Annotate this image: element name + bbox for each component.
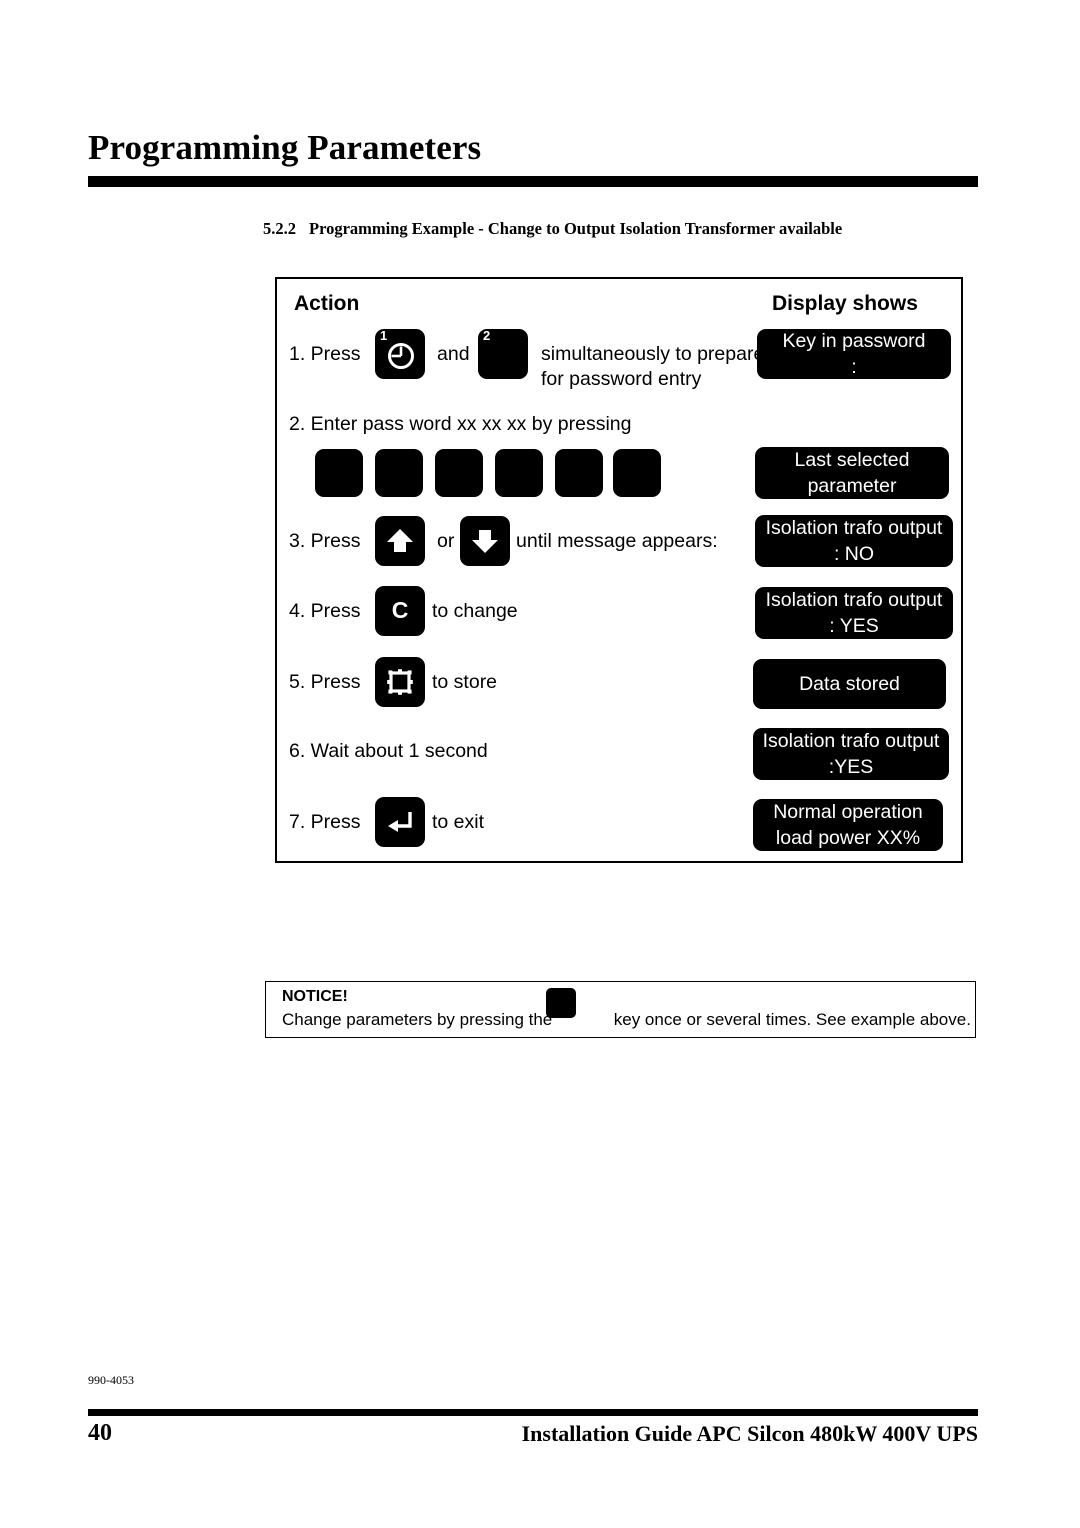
notice-box: NOTICE! Change parameters by pressing th… bbox=[265, 981, 976, 1038]
step-4-label: 4. Press bbox=[289, 600, 361, 622]
notice-text-before: Change parameters by pressing the bbox=[282, 1010, 553, 1029]
clock-icon[interactable]: 1 bbox=[375, 329, 425, 379]
display-step-5: Data stored bbox=[753, 659, 946, 709]
enter-return-icon[interactable] bbox=[375, 797, 425, 847]
blank-key-icon[interactable] bbox=[375, 449, 423, 497]
footer-title: Installation Guide APC Silcon 480kW 400V… bbox=[521, 1421, 978, 1446]
clock-glyph bbox=[375, 329, 425, 379]
blank-key-icon[interactable] bbox=[613, 449, 661, 497]
notice-title: NOTICE! bbox=[282, 988, 348, 1005]
step-7-label: 7. Press bbox=[289, 811, 361, 833]
display-step-6: Isolation trafo output :YES bbox=[753, 728, 949, 780]
section-number: 5.2.2 bbox=[263, 219, 296, 238]
display-line-2: : YES bbox=[829, 615, 879, 637]
column-header-display: Display shows bbox=[772, 292, 918, 315]
store-frame-glyph bbox=[375, 657, 425, 707]
display-line-1: Data stored bbox=[799, 673, 900, 695]
section-title: Programming Example - Change to Output I… bbox=[309, 219, 843, 238]
page-number: 40 bbox=[88, 1420, 112, 1446]
display-line-1: Last selected bbox=[794, 449, 910, 471]
step-7-text: to exit bbox=[432, 811, 485, 833]
key-superscript-2: 2 bbox=[483, 328, 491, 343]
change-c-key-icon[interactable]: C bbox=[375, 586, 425, 636]
display-line-1: Key in password bbox=[782, 330, 926, 352]
enter-return-glyph bbox=[375, 797, 425, 847]
display-step-4: Isolation trafo output : YES bbox=[755, 587, 953, 639]
notice-text-after: key once or several times. See example a… bbox=[613, 1010, 971, 1029]
display-line-2: : bbox=[851, 356, 857, 378]
step-5-text: to store bbox=[432, 671, 498, 693]
step-3-text: until message appears: bbox=[516, 530, 718, 552]
display-line-1: Isolation trafo output bbox=[762, 730, 940, 752]
blank-key-icon[interactable] bbox=[495, 449, 543, 497]
display-step-2: Last selected parameter bbox=[755, 447, 949, 499]
step-3-label: 3. Press bbox=[289, 530, 361, 552]
step-1-text-line1: simultaneously to prepare bbox=[541, 343, 765, 365]
display-line-2: :YES bbox=[828, 756, 874, 778]
notice-text: Change parameters by pressing the key on… bbox=[282, 1010, 971, 1030]
step-2-label: 2. Enter pass word xx xx xx by pressing bbox=[289, 413, 632, 435]
document-page: Programming Parameters 5.2.2 Programming … bbox=[0, 0, 1080, 1528]
display-line-1: Normal operation bbox=[773, 801, 923, 823]
step-3-conjunction: or bbox=[437, 530, 455, 552]
step-6-label: 6. Wait about 1 second bbox=[289, 740, 488, 762]
procedure-table: Action Display shows 1. Press 1 and 2 si… bbox=[275, 277, 963, 863]
header-rule bbox=[88, 176, 978, 187]
arrow-down-glyph bbox=[460, 516, 510, 566]
step-5-label: 5. Press bbox=[289, 671, 361, 693]
arrow-up-glyph bbox=[375, 516, 425, 566]
display-step-1: Key in password : bbox=[757, 329, 951, 379]
c-key-label: C bbox=[546, 988, 557, 1005]
document-number: 990-4053 bbox=[88, 1373, 134, 1387]
arrow-up-icon[interactable] bbox=[375, 516, 425, 566]
blank-key-icon[interactable] bbox=[435, 449, 483, 497]
section-heading: 5.2.2 Programming Example - Change to Out… bbox=[263, 219, 842, 239]
display-line-2: load power XX% bbox=[775, 827, 921, 849]
page-title: Programming Parameters bbox=[88, 128, 482, 167]
display-step-3: Isolation trafo output : NO bbox=[755, 515, 953, 567]
change-c-key-icon[interactable]: C bbox=[546, 988, 576, 1018]
blank-key-icon[interactable] bbox=[555, 449, 603, 497]
display-line-2: parameter bbox=[807, 475, 897, 497]
column-header-action: Action bbox=[294, 292, 360, 315]
display-line-2: : NO bbox=[833, 543, 875, 565]
step-4-text: to change bbox=[432, 600, 518, 622]
c-key-label: C bbox=[391, 597, 409, 623]
display-line-1: Isolation trafo output bbox=[765, 517, 943, 539]
step-1-conjunction: and bbox=[437, 343, 470, 365]
blank-key-icon[interactable]: 2 bbox=[478, 329, 528, 379]
store-frame-icon[interactable] bbox=[375, 657, 425, 707]
display-step-7: Normal operation load power XX% bbox=[753, 799, 943, 851]
step-1-text-line2: for password entry bbox=[541, 368, 702, 390]
display-line-1: Isolation trafo output bbox=[765, 589, 943, 611]
arrow-down-icon[interactable] bbox=[460, 516, 510, 566]
blank-key-icon[interactable] bbox=[315, 449, 363, 497]
step-1-label: 1. Press bbox=[289, 343, 361, 365]
footer-rule bbox=[88, 1409, 978, 1416]
